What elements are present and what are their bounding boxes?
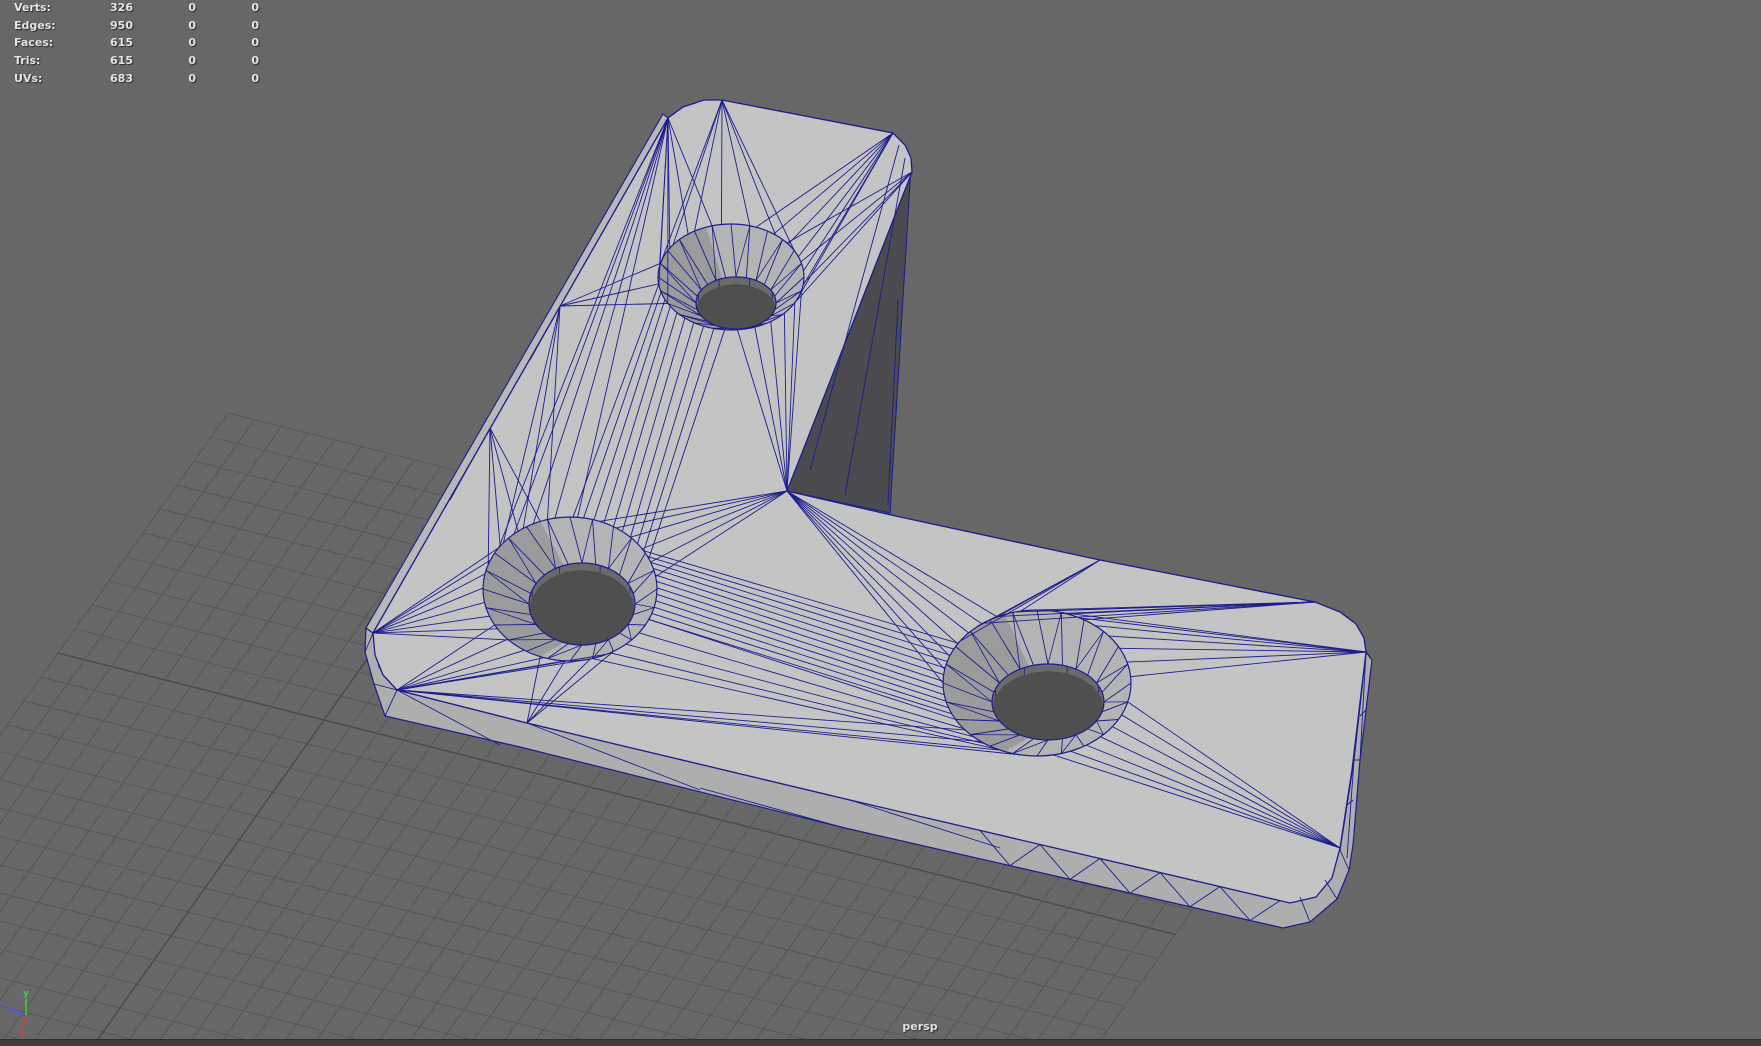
hud-value-total: 950 xyxy=(110,19,133,32)
viewport-3d[interactable]: y z x Verts: 326 0 0 Edges: 950 0 0 Faces:… xyxy=(0,0,1761,1046)
hud-label: UVs: xyxy=(14,72,43,85)
hud-value-component: 0 xyxy=(251,54,259,67)
hud-label: Tris: xyxy=(14,54,41,67)
hud-value-selected: 0 xyxy=(188,36,196,49)
hud-value-total: 615 xyxy=(110,36,133,49)
camera-name-label: persp xyxy=(902,1020,938,1033)
hud-label: Edges: xyxy=(14,19,56,32)
hud-value-total: 615 xyxy=(110,54,133,67)
hud-row-verts: Verts: 326 0 0 xyxy=(0,1,280,19)
hud-value-selected: 0 xyxy=(188,19,196,32)
hud-value-selected: 0 xyxy=(188,54,196,67)
axis-z-label: z xyxy=(2,999,7,1009)
hud-row-tris: Tris: 615 0 0 xyxy=(0,54,280,72)
hud-value-selected: 0 xyxy=(188,72,196,85)
viewport-bottom-bar xyxy=(0,1039,1761,1046)
hud-value-total: 326 xyxy=(110,1,133,14)
hud-row-edges: Edges: 950 0 0 xyxy=(0,19,280,37)
hud-label: Verts: xyxy=(14,1,52,14)
hud-value-component: 0 xyxy=(251,19,259,32)
axis-y-label: y xyxy=(23,989,29,999)
scene-canvas[interactable]: y z x xyxy=(0,0,1761,1046)
hud-value-selected: 0 xyxy=(188,1,196,14)
hud-value-component: 0 xyxy=(251,72,259,85)
hud-value-component: 0 xyxy=(251,36,259,49)
hud-value-component: 0 xyxy=(251,1,259,14)
axis-x-label: x xyxy=(19,1028,25,1038)
hud-value-total: 683 xyxy=(110,72,133,85)
hud-row-faces: Faces: 615 0 0 xyxy=(0,36,280,54)
hud-row-uvs: UVs: 683 0 0 xyxy=(0,72,280,90)
hud-label: Faces: xyxy=(14,36,54,49)
